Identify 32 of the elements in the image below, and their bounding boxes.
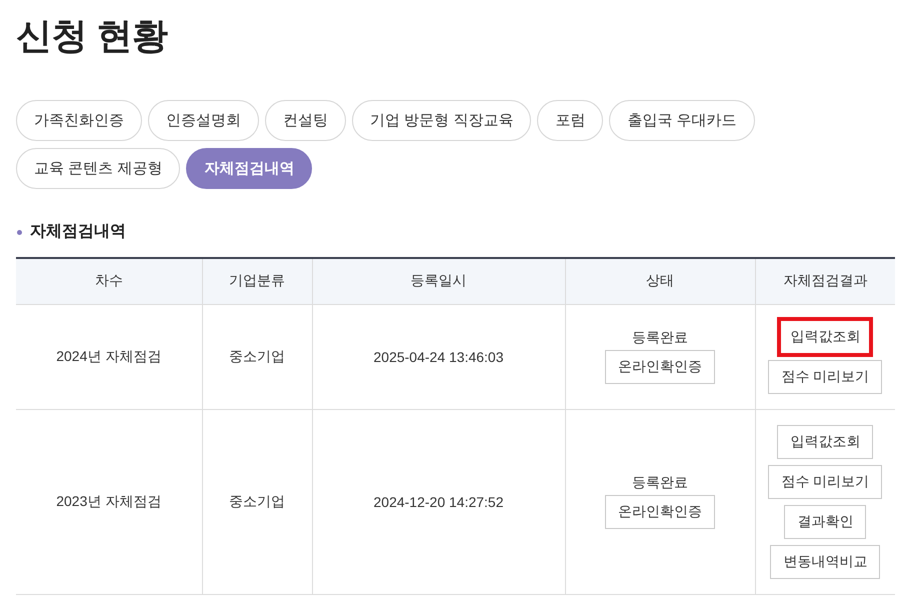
status-text: 등록완료: [632, 474, 688, 492]
category-tab[interactable]: 가족친화인증: [16, 100, 142, 141]
result-button[interactable]: 입력값조회: [777, 316, 874, 356]
result-button[interactable]: 결과확인: [784, 504, 866, 538]
result-button[interactable]: 점수 미리보기: [768, 464, 882, 498]
result-button[interactable]: 점수 미리보기: [768, 360, 882, 394]
category-tab[interactable]: 교육 콘텐츠 제공형: [16, 148, 180, 189]
category-tab[interactable]: 컨설팅: [265, 100, 346, 141]
table-cell: 중소기업: [202, 304, 312, 409]
status-text: 등록완료: [632, 329, 688, 347]
category-tab[interactable]: 인증설명회: [148, 100, 259, 141]
result-button[interactable]: 입력값조회: [777, 424, 874, 458]
section-title: 자체점검내역: [30, 222, 126, 242]
certificate-button[interactable]: 온라인확인증: [605, 350, 715, 384]
column-header: 자체점검결과: [755, 258, 895, 304]
column-header: 기업분류: [202, 258, 312, 304]
table-cell: 2025-04-24 13:46:03: [312, 304, 565, 409]
column-header: 등록일시: [312, 258, 565, 304]
column-header: 차수: [16, 258, 202, 304]
table-cell: 중소기업: [202, 409, 312, 594]
category-tab[interactable]: 출입국 우대카드: [609, 100, 755, 141]
category-tab[interactable]: 자체점검내역: [186, 148, 312, 189]
certificate-button[interactable]: 온라인확인증: [605, 495, 715, 529]
table-cell: 2023년 자체점검: [16, 409, 202, 594]
column-header: 상태: [565, 258, 755, 304]
category-tab[interactable]: 포럼: [537, 100, 604, 141]
category-tab[interactable]: 기업 방문형 직장교육: [352, 100, 532, 141]
bullet-dot-icon: [17, 230, 22, 234]
table-cell: 2024-12-20 14:27:52: [312, 409, 565, 594]
table-cell: 2024년 자체점검: [16, 304, 202, 409]
result-button[interactable]: 변동내역비교: [770, 544, 880, 578]
page-title: 신청 현황: [16, 14, 168, 58]
